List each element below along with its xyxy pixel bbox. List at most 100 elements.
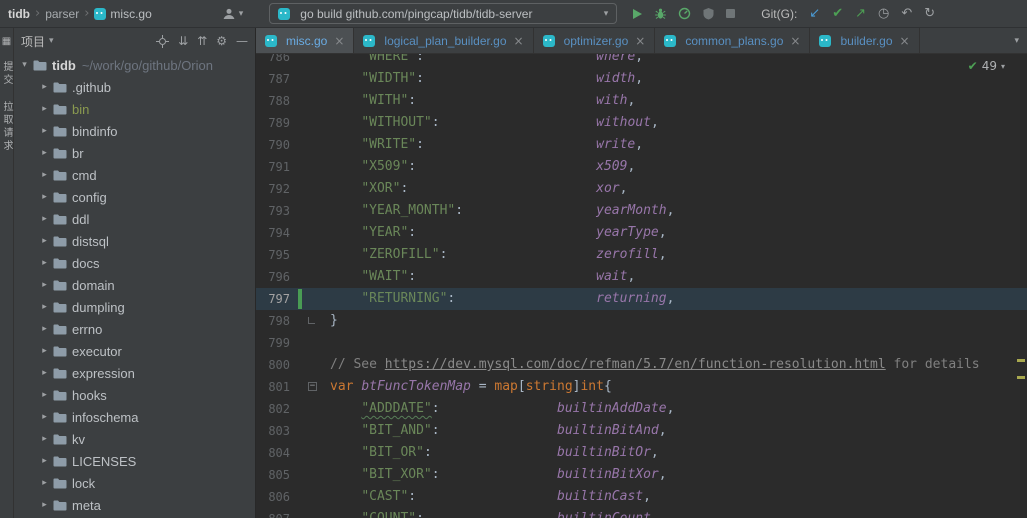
close-icon[interactable]: × — [334, 34, 344, 48]
refresh-icon[interactable]: ↻ — [924, 6, 935, 21]
tree-item-folder[interactable]: ▸.github — [14, 76, 255, 98]
line-number[interactable]: 792 — [256, 178, 296, 200]
tree-item-folder[interactable]: ▸br — [14, 142, 255, 164]
editor-tab[interactable]: misc.go× — [256, 28, 354, 53]
fold-marker-icon[interactable]: − — [308, 382, 317, 391]
chevron-collapsed-icon[interactable]: ▸ — [38, 148, 51, 158]
line-number[interactable]: 807 — [256, 508, 296, 518]
chevron-collapsed-icon[interactable]: ▸ — [38, 104, 51, 114]
line-number[interactable]: 801 — [256, 376, 296, 398]
tree-item-folder[interactable]: ▸infoschema — [14, 406, 255, 428]
tree-item-folder[interactable]: ▸domain — [14, 274, 255, 296]
chevron-collapsed-icon[interactable]: ▸ — [38, 236, 51, 246]
warning-stripe-mark[interactable] — [1017, 376, 1025, 379]
line-number[interactable]: 790 — [256, 134, 296, 156]
chevron-collapsed-icon[interactable]: ▸ — [38, 456, 51, 466]
line-number[interactable]: 799 — [256, 332, 296, 354]
line-number[interactable]: 791 — [256, 156, 296, 178]
tree-item-folder[interactable]: ▸dumpling — [14, 296, 255, 318]
tree-root[interactable]: ▾tidb~/work/go/github/Orion — [14, 54, 255, 76]
breadcrumb-item[interactable]: parser — [45, 7, 79, 21]
hide-panel-icon[interactable]: — — [236, 34, 248, 48]
tree-item-folder[interactable]: ▸ddl — [14, 208, 255, 230]
chevron-collapsed-icon[interactable]: ▸ — [38, 390, 51, 400]
tree-item-folder[interactable]: ▸hooks — [14, 384, 255, 406]
settings-gear-icon[interactable]: ⚙ — [216, 34, 227, 48]
line-number[interactable]: 804 — [256, 442, 296, 464]
run-configuration-select[interactable]: go build github.com/pingcap/tidb/tidb-se… — [269, 3, 617, 24]
line-number[interactable]: 798 — [256, 310, 296, 332]
line-number[interactable]: 802 — [256, 398, 296, 420]
profiler-button[interactable] — [678, 7, 691, 20]
rollback-icon[interactable]: ↶ — [901, 6, 912, 21]
editor-tab[interactable]: builder.go× — [810, 28, 919, 53]
close-icon[interactable]: × — [900, 34, 910, 48]
line-number[interactable]: 794 — [256, 222, 296, 244]
stop-button[interactable] — [726, 9, 735, 18]
hidden-tabs-icon[interactable]: ▾ — [1006, 36, 1027, 46]
chevron-collapsed-icon[interactable]: ▸ — [38, 82, 51, 92]
tree-item-folder[interactable]: ▸errno — [14, 318, 255, 340]
line-number[interactable]: 795 — [256, 244, 296, 266]
editor-scrollbar[interactable] — [1015, 54, 1027, 518]
tree-item-folder[interactable]: ▸distsql — [14, 230, 255, 252]
chevron-collapsed-icon[interactable]: ▸ — [38, 500, 51, 510]
tree-item-folder[interactable]: ▸cmd — [14, 164, 255, 186]
chevron-collapsed-icon[interactable]: ▸ — [38, 346, 51, 356]
line-number[interactable]: 800 — [256, 354, 296, 376]
close-icon[interactable]: × — [790, 34, 800, 48]
tree-item-folder[interactable]: ▸meta — [14, 494, 255, 516]
collapse-all-icon[interactable]: ⇈ — [197, 34, 207, 48]
line-number[interactable]: 787 — [256, 68, 296, 90]
locate-file-icon[interactable] — [156, 35, 169, 48]
git-update-icon[interactable]: ↙ — [809, 6, 820, 21]
fold-end-icon[interactable] — [308, 317, 315, 324]
tree-item-folder[interactable]: ▸kv — [14, 428, 255, 450]
chevron-collapsed-icon[interactable]: ▸ — [38, 434, 51, 444]
tree-item-folder[interactable]: ▸bin — [14, 98, 255, 120]
editor-tab[interactable]: optimizer.go× — [534, 28, 656, 53]
debug-button[interactable] — [654, 7, 667, 20]
line-number[interactable]: 788 — [256, 90, 296, 112]
line-number[interactable]: 797 — [256, 288, 296, 310]
project-tool-window-icon[interactable]: ▦ — [2, 36, 11, 47]
chevron-collapsed-icon[interactable]: ▸ — [38, 214, 51, 224]
tree-item-folder[interactable]: ▸LICENSES — [14, 450, 255, 472]
line-number[interactable]: 786 — [256, 54, 296, 68]
editor-tab[interactable]: logical_plan_builder.go× — [354, 28, 533, 53]
breadcrumb-item[interactable]: misc.go — [110, 7, 151, 21]
warning-stripe-mark[interactable] — [1017, 359, 1025, 362]
tree-item-folder[interactable]: ▸docs — [14, 252, 255, 274]
line-number[interactable]: 789 — [256, 112, 296, 134]
chevron-collapsed-icon[interactable]: ▸ — [38, 412, 51, 422]
run-button[interactable] — [631, 8, 643, 20]
tree-item-folder[interactable]: ▸expression — [14, 362, 255, 384]
code-viewport[interactable]: 786 "WHERE": where,787 "WIDTH": width,78… — [256, 54, 1027, 518]
chevron-collapsed-icon[interactable]: ▸ — [38, 126, 51, 136]
close-icon[interactable]: × — [514, 34, 524, 48]
tree-item-folder[interactable]: ▸bindinfo — [14, 120, 255, 142]
chevron-collapsed-icon[interactable]: ▸ — [38, 302, 51, 312]
tool-stripe-item[interactable]: 拉取请求 — [0, 101, 14, 153]
line-number[interactable]: 805 — [256, 464, 296, 486]
chevron-collapsed-icon[interactable]: ▸ — [38, 280, 51, 290]
editor-tab[interactable]: common_plans.go× — [655, 28, 810, 53]
expand-all-icon[interactable]: ⇊ — [178, 34, 188, 48]
close-icon[interactable]: × — [635, 34, 645, 48]
chevron-collapsed-icon[interactable]: ▸ — [38, 478, 51, 488]
tool-stripe-item[interactable]: 提交 — [0, 61, 14, 87]
chevron-collapsed-icon[interactable]: ▸ — [38, 368, 51, 378]
coverage-button[interactable] — [702, 7, 715, 20]
git-push-icon[interactable]: ↗ — [855, 6, 866, 21]
chevron-collapsed-icon[interactable]: ▸ — [38, 324, 51, 334]
tree-item-folder[interactable]: ▸config — [14, 186, 255, 208]
tree-item-folder[interactable]: ▸lock — [14, 472, 255, 494]
chevron-expanded-icon[interactable]: ▾ — [18, 60, 31, 70]
line-number[interactable]: 796 — [256, 266, 296, 288]
code-with-me-button[interactable]: ▾ — [222, 7, 244, 21]
chevron-collapsed-icon[interactable]: ▸ — [38, 170, 51, 180]
line-number[interactable]: 806 — [256, 486, 296, 508]
line-number[interactable]: 803 — [256, 420, 296, 442]
chevron-down-icon[interactable]: ▾ — [49, 36, 54, 46]
chevron-collapsed-icon[interactable]: ▸ — [38, 192, 51, 202]
